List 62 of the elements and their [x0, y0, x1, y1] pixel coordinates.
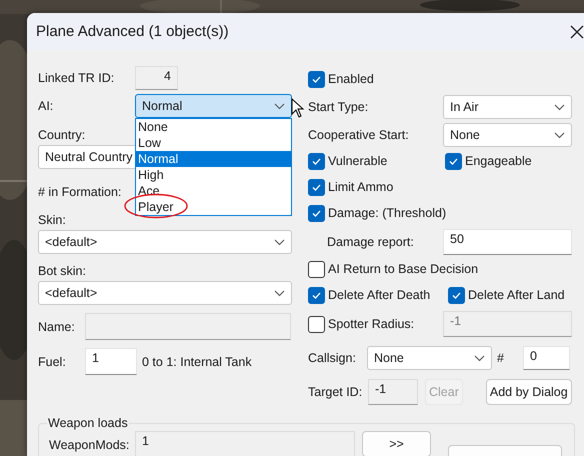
checkbox-label: Limit Ammo — [328, 180, 394, 194]
field-label: Callsign: — [308, 351, 357, 365]
checkbox-label: Delete After Death — [328, 288, 430, 302]
checkbox[interactable] — [308, 152, 325, 170]
checkbox-label: Vulnerable — [328, 154, 388, 168]
field-label: Country: — [38, 128, 86, 142]
field-label: Start Type: — [308, 100, 370, 114]
chevron-down-icon — [274, 238, 285, 246]
checkbox[interactable] — [308, 286, 325, 304]
more-button[interactable]: >> — [362, 431, 431, 456]
dropdown[interactable]: Normal — [135, 94, 292, 118]
field-label: Bot skin: — [38, 264, 87, 278]
checkbox-label: Delete After Land — [468, 288, 565, 302]
field-label: Cooperative Start: — [308, 128, 410, 142]
field-label: Fuel: — [38, 354, 67, 368]
chevron-down-icon — [274, 102, 285, 110]
checkbox[interactable] — [448, 286, 465, 304]
checkbox[interactable] — [308, 178, 325, 196]
input-field[interactable]: 4 — [135, 66, 178, 90]
add-button[interactable]: Add by Dialog — [486, 379, 572, 405]
chevron-down-icon — [554, 132, 565, 138]
list-option[interactable]: High — [136, 167, 291, 183]
input-field[interactable]: 0 — [522, 346, 570, 370]
window-title: Plane Advanced (1 object(s)) — [36, 23, 229, 40]
input-field[interactable]: 1 — [135, 431, 355, 456]
close-icon — [570, 24, 584, 38]
dropdown[interactable]: <default> — [38, 281, 292, 305]
field-label: Damage report: — [326, 235, 415, 249]
checkbox[interactable] — [445, 152, 462, 170]
dropdown[interactable]: None — [367, 346, 492, 370]
chevron-down-icon — [274, 290, 285, 296]
checkbox[interactable] — [308, 204, 325, 222]
checkbox-label: Damage: (Threshold) — [328, 206, 446, 220]
list-option[interactable]: Player — [136, 199, 291, 215]
hint-text: 0 to 1: Internal Tank — [142, 354, 252, 368]
input-field[interactable]: 50 — [443, 229, 572, 255]
group-title: Weapon loads — [47, 416, 129, 430]
field-label: # — [497, 351, 504, 365]
list-option[interactable]: None — [136, 119, 291, 135]
checkbox[interactable] — [308, 70, 325, 88]
cursor-icon — [291, 98, 305, 118]
dropdown[interactable]: <default> — [38, 230, 292, 254]
dropdown[interactable]: In Air — [443, 95, 572, 119]
input-field[interactable]: 1 — [85, 348, 137, 375]
field-label: # in Formation: — [38, 185, 122, 199]
field-label: AI: — [38, 99, 54, 113]
field-label: WeaponMods: — [49, 437, 130, 452]
field-label: Target ID: — [308, 385, 364, 399]
checkbox-label: AI Return to Base Decision — [328, 262, 478, 276]
field-label: Linked TR ID: — [38, 70, 116, 84]
list-option[interactable]: Low — [136, 135, 291, 151]
chevron-down-icon — [554, 104, 565, 110]
chevron-down-icon — [474, 354, 485, 362]
checkbox-label: Enabled — [328, 72, 374, 86]
checkbox-label: Engageable — [465, 154, 532, 168]
checkbox-label: Spotter Radius: — [328, 317, 414, 331]
checkbox[interactable] — [308, 260, 325, 278]
dropdown[interactable]: None — [443, 123, 572, 147]
list-option[interactable]: Normal — [136, 151, 291, 167]
field-label: Skin: — [38, 213, 67, 227]
field-label: Name: — [38, 320, 76, 334]
input-field[interactable]: -1 — [368, 379, 418, 405]
